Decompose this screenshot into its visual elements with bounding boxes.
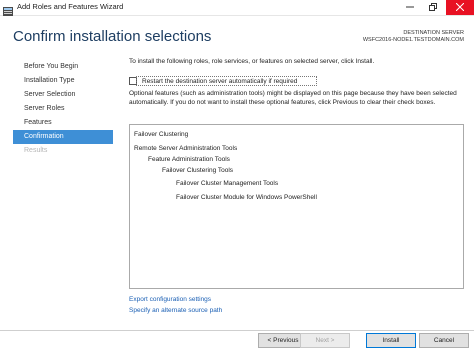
feature-item: Failover Clustering Tools bbox=[162, 167, 234, 174]
focus-rectangle bbox=[136, 76, 317, 86]
feature-item: Feature Administration Tools bbox=[148, 156, 230, 163]
minimize-icon bbox=[406, 3, 414, 13]
close-icon bbox=[455, 2, 465, 13]
footer-divider bbox=[0, 330, 474, 331]
server-manager-icon bbox=[3, 3, 13, 16]
feature-item: Remote Server Administration Tools bbox=[134, 145, 238, 152]
restore-button[interactable] bbox=[422, 0, 444, 15]
destination-server-label: DESTINATION SERVER bbox=[403, 30, 464, 36]
nav-item-server-roles[interactable]: Server Roles bbox=[13, 102, 113, 116]
window-title: Add Roles and Features Wizard bbox=[17, 2, 124, 11]
nav-item-results: Results bbox=[24, 147, 48, 154]
wizard-nav: Before You Begin Installation Type Serve… bbox=[13, 60, 113, 158]
restore-icon bbox=[429, 2, 437, 13]
nav-item-confirmation[interactable]: Confirmation bbox=[13, 130, 113, 144]
destination-server-name: WSFC2016-NODE1.TESTDOMAIN.COM bbox=[362, 37, 464, 43]
page-title: Confirm installation selections bbox=[13, 28, 212, 45]
export-configuration-link[interactable]: Export configuration settings bbox=[129, 296, 211, 303]
title-bar: Add Roles and Features Wizard bbox=[0, 0, 474, 16]
selected-features-list[interactable]: Failover Clustering Remote Server Admini… bbox=[129, 124, 464, 289]
optional-features-note: Optional features (such as administratio… bbox=[129, 90, 457, 106]
install-intro-text: To install the following roles, role ser… bbox=[129, 58, 375, 65]
alternate-source-link[interactable]: Specify an alternate source path bbox=[129, 307, 222, 314]
next-button: Next > bbox=[300, 333, 350, 348]
feature-item: Failover Clustering bbox=[134, 131, 189, 138]
nav-item-features[interactable]: Features bbox=[13, 116, 113, 130]
nav-item-installation-type[interactable]: Installation Type bbox=[13, 74, 113, 88]
nav-item-server-selection[interactable]: Server Selection bbox=[13, 88, 113, 102]
feature-item: Failover Cluster Module for Windows Powe… bbox=[176, 194, 317, 201]
install-button[interactable]: Install bbox=[366, 333, 416, 348]
minimize-button[interactable] bbox=[399, 0, 421, 15]
cancel-button[interactable]: Cancel bbox=[419, 333, 469, 348]
feature-item: Failover Cluster Management Tools bbox=[176, 180, 279, 187]
nav-item-before-you-begin[interactable]: Before You Begin bbox=[13, 60, 113, 74]
close-button[interactable] bbox=[446, 0, 474, 15]
